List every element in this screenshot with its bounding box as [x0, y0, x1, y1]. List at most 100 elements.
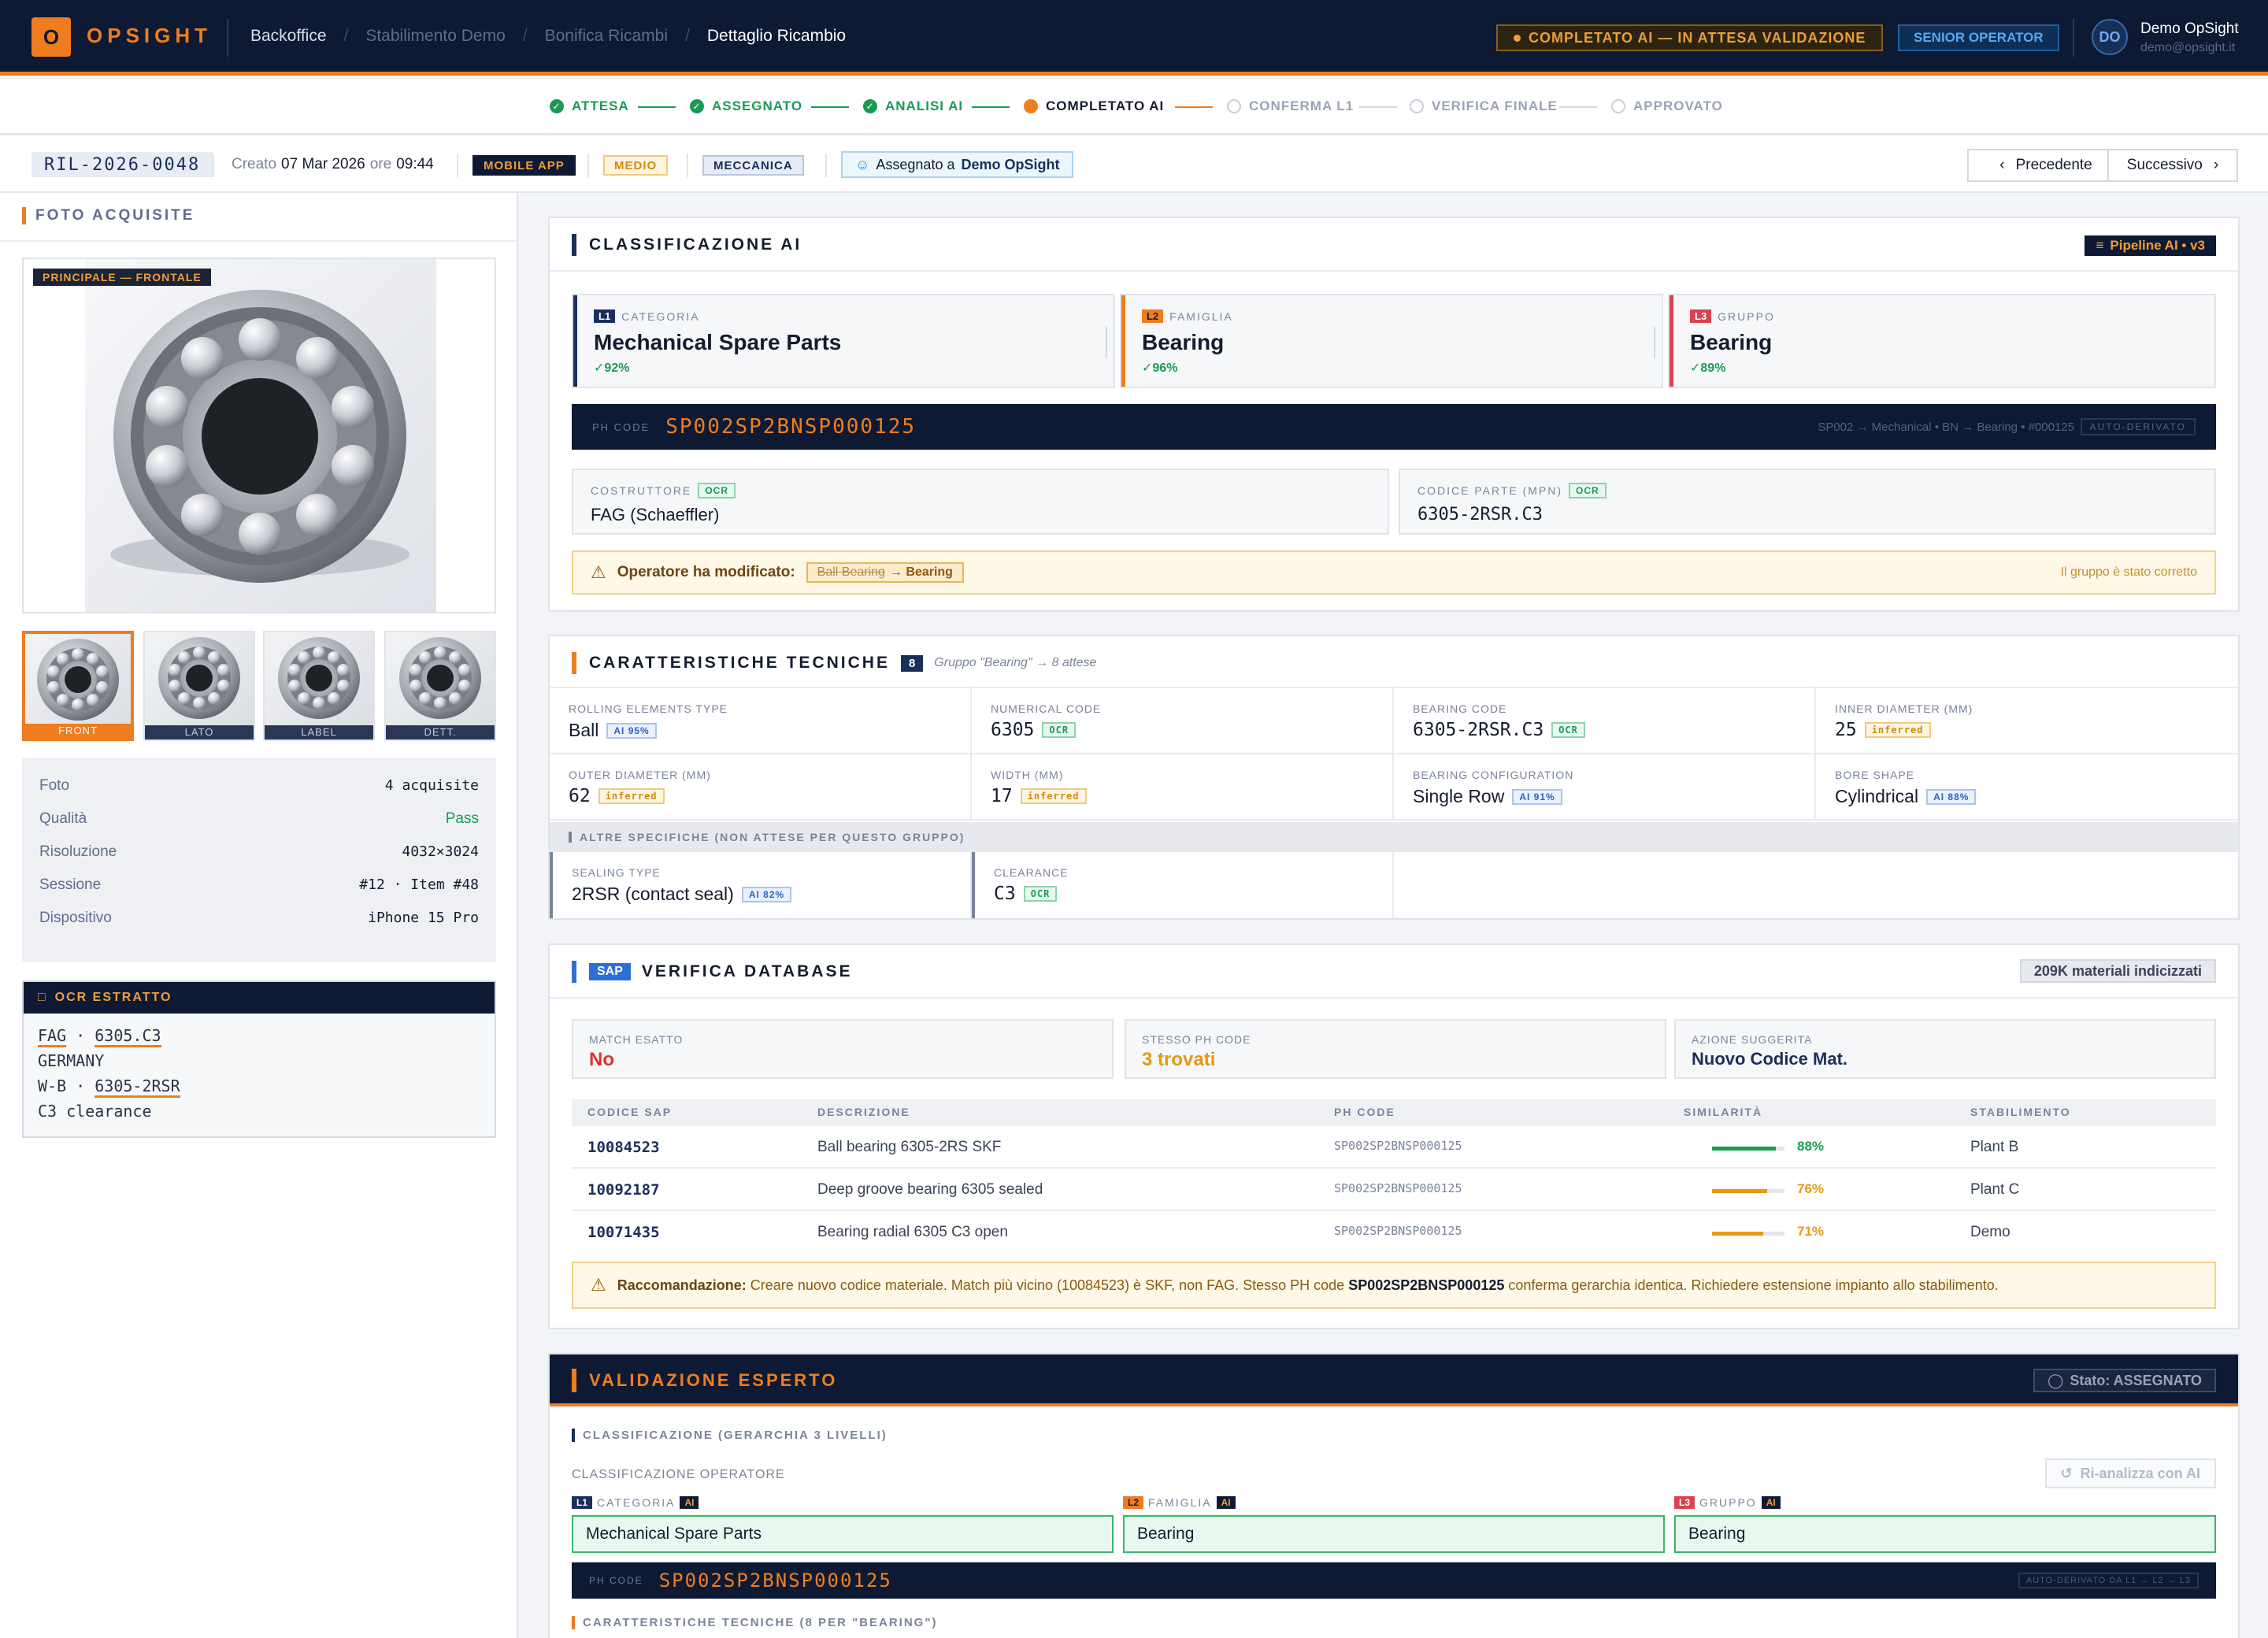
breadcrumb: Backoffice / Stabilimento Demo / Bonific…	[250, 27, 846, 46]
main-photo-badge: PRINCIPALE — FRONTALE	[33, 269, 211, 286]
inferred-badge: inferred	[598, 788, 665, 804]
ai-badge: AI 91%	[1512, 788, 1562, 805]
current-dot-icon	[1024, 99, 1038, 113]
category-tag: MECCANICA	[702, 155, 804, 176]
previous-button[interactable]: ‹ Precedente	[1967, 149, 2125, 182]
reanalyze-button[interactable]: ↺ Ri-analizza con AI	[2044, 1458, 2216, 1488]
ph-path: SP002 → Mechanical • BN → Bearing • #000…	[1818, 420, 2074, 434]
step-conferma-l1: CONFERMA L1	[1227, 98, 1354, 114]
thumbnail-label: FRONT	[25, 724, 131, 738]
thumbnail-label: LABEL	[265, 725, 373, 739]
inferred-badge: inferred	[1020, 788, 1087, 804]
breadcrumb-backoffice[interactable]: Backoffice	[250, 27, 327, 46]
pipeline-badge: ≡ Pipeline AI • v3	[2085, 235, 2216, 256]
step-connector	[811, 106, 849, 108]
divider	[825, 154, 827, 177]
photos-title: FOTO ACQUISITE	[22, 207, 195, 224]
main-photo[interactable]: PRINCIPALE — FRONTALE	[22, 258, 496, 613]
divider	[687, 154, 688, 177]
section-label: CLASSIFICAZIONE (GERARCHIA 3 LIVELLI)	[572, 1429, 888, 1442]
card-title: VERIFICA DATABASE	[641, 962, 853, 980]
thumbnail-front[interactable]: FRONT	[22, 631, 134, 741]
warning-icon: ⚠	[591, 562, 606, 582]
tech-cell: BEARING CODE 6305-2RSR.C3 OCR	[1394, 688, 1816, 754]
table-row[interactable]: 10071435 Bearing radial 6305 C3 open SP0…	[572, 1211, 2216, 1254]
breadcrumb-separator: /	[343, 27, 349, 45]
divider	[587, 154, 589, 177]
group-input[interactable]: Bearing	[1674, 1515, 2216, 1553]
ocr-badge: OCR	[1023, 886, 1058, 902]
sap-verification-card: SAP VERIFICA DATABASE 209K materiali ind…	[548, 943, 2240, 1329]
ocr-line: W-B · 6305-2RSR	[38, 1077, 180, 1098]
table-header: CODICE SAP DESCRIZIONE PH CODE SIMILARIT…	[572, 1099, 2216, 1126]
user-name: Demo OpSight	[2140, 20, 2239, 37]
level-l3: L3 GRUPPO Bearing ✓89%	[1668, 294, 2216, 388]
record-header: RIL-2026-0048 Creato 07 Mar 2026 ore 09:44 …	[0, 136, 2268, 193]
status-badge: COMPLETATO AI — IN ATTESA VALIDAZIONE	[1496, 24, 1884, 51]
tech-cell: SEALING TYPE 2RSR (contact seal) AI 82%	[550, 852, 972, 918]
stat-same-ph: STESSO PH CODE 3 trovati	[1125, 1019, 1666, 1079]
photos-panel: FOTO ACQUISITE PRINCIPALE — FRONTALE FRO…	[0, 193, 518, 1638]
bearing-thumb	[37, 639, 119, 721]
ai-badge: AI 95%	[606, 722, 657, 739]
chevron-left-icon: ‹	[1999, 157, 2005, 173]
thumbnail-label-photo[interactable]: LABEL	[263, 631, 375, 741]
card-title: CLASSIFICAZIONE AI	[572, 234, 802, 256]
warning-icon: ⚠	[591, 1275, 606, 1295]
operator-classification-label: CLASSIFICAZIONE OPERATORE	[572, 1468, 785, 1481]
ocr-badge: OCR	[1551, 722, 1585, 738]
next-button[interactable]: Successivo ›	[2107, 149, 2238, 182]
check-icon: ✓	[863, 99, 877, 113]
field-label-l2: L2 FAMIGLIA AI	[1123, 1496, 1236, 1509]
role-badge: SENIOR OPERATOR	[1898, 24, 2059, 51]
breadcrumb-separator: /	[522, 27, 528, 45]
assigned-chip[interactable]: ☺ Assegnato a Demo OpSight	[841, 151, 1074, 178]
step-connector	[1175, 106, 1213, 108]
table-row[interactable]: 10092187 Deep groove bearing 6305 sealed…	[572, 1169, 2216, 1211]
pending-dot-icon	[1410, 99, 1424, 113]
ocr-badge: OCR	[698, 483, 736, 498]
step-approvato: APPROVATO	[1611, 98, 1723, 114]
validation-state-badge: ◯ Stato: ASSEGNATO	[2033, 1369, 2216, 1392]
workflow-stepper: ✓ ATTESA ✓ ASSEGNATO ✓ ANALISI AI COMPLETAT…	[0, 80, 2268, 135]
ocr-panel: □ OCR ESTRATTO FAG · 6305.C3 GERMANY W-B …	[22, 980, 496, 1138]
step-assegnato: ✓ ASSEGNATO	[690, 98, 802, 114]
avatar[interactable]: DO	[2092, 19, 2128, 55]
bearing-thumb	[399, 637, 481, 719]
logo-mark[interactable]: O	[32, 17, 71, 57]
family-input[interactable]: Bearing	[1123, 1515, 1665, 1553]
layers-icon: ≡	[2096, 238, 2104, 253]
step-analisi-ai: ✓ ANALISI AI	[863, 98, 963, 114]
thumbnail-lato[interactable]: LATO	[143, 631, 255, 741]
meta-row: Risoluzione 4032×3024	[39, 843, 479, 860]
step-attesa: ✓ ATTESA	[550, 98, 629, 114]
breadcrumb-stabilimento[interactable]: Stabilimento Demo	[365, 27, 505, 46]
shield-icon: ◯	[2048, 1372, 2064, 1388]
level-l2: L2 FAMIGLIA Bearing ✓96%	[1120, 294, 1663, 388]
refresh-icon: ↺	[2060, 1465, 2073, 1481]
category-input[interactable]: Mechanical Spare Parts	[572, 1515, 1114, 1553]
ai-badge: AI 88%	[1926, 788, 1977, 805]
priority-tag: MEDIO	[603, 155, 669, 176]
field-label-l1: L1 CATEGORIA AI	[572, 1496, 699, 1509]
breadcrumb-bonifica[interactable]: Bonifica Ricambi	[545, 27, 668, 46]
thumbnail-dettaglio[interactable]: DETT.	[384, 631, 496, 741]
expert-validation-card: VALIDAZIONE ESPERTO ◯ Stato: ASSEGNATO CL…	[548, 1353, 2240, 1638]
pending-dot-icon	[1227, 99, 1241, 113]
similarity-bar	[1712, 1232, 1784, 1236]
manufacturer-field: COSTRUTTORE OCR FAG (Schaeffler)	[572, 469, 1389, 535]
photo-metadata: Foto 4 acquisite Qualità Pass Risoluzione 4…	[22, 758, 496, 962]
auto-derived-badge: AUTO-DERIVATO	[2080, 418, 2196, 435]
ocr-line: FAG · 6305.C3	[38, 1026, 161, 1047]
ocr-header: □ OCR ESTRATTO	[24, 982, 495, 1014]
mpn-field: CODICE PARTE (MPN) OCR 6305-2RSR.C3	[1399, 469, 2216, 535]
tech-cell: INNER DIAMETER (MM) 25 inferred	[1816, 688, 2238, 754]
meta-row: Foto 4 acquisite	[39, 777, 479, 794]
meta-row: Qualità Pass	[39, 810, 479, 827]
validation-header: VALIDAZIONE ESPERTO ◯ Stato: ASSEGNATO	[550, 1354, 2238, 1406]
sap-header: SAP VERIFICA DATABASE	[572, 961, 853, 983]
divider	[227, 19, 228, 57]
table-row[interactable]: 10084523 Ball bearing 6305-2RS SKF SP002…	[572, 1126, 2216, 1169]
meta-row: Sessione #12 · Item #48	[39, 876, 479, 893]
bearing-thumb	[278, 637, 360, 719]
